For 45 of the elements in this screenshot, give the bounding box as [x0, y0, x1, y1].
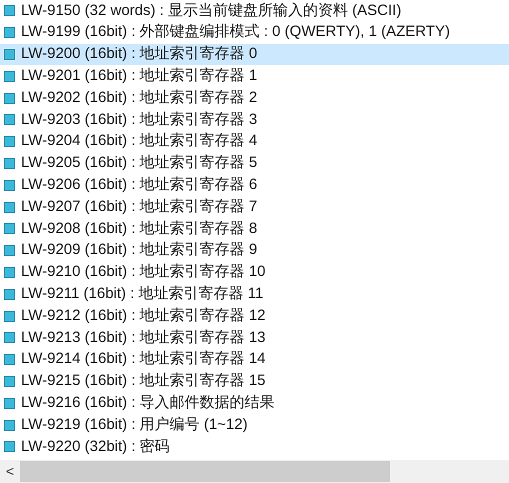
- square-icon: [4, 114, 15, 126]
- square-icon: [4, 158, 15, 169]
- list-item[interactable]: LW-9202 (16bit) : 地址索引寄存器 2: [0, 87, 509, 109]
- list-item[interactable]: LW-9209 (16bit) : 地址索引寄存器 9: [0, 240, 509, 262]
- square-icon: [4, 48, 15, 60]
- list-item[interactable]: LW-9212 (16bit) : 地址索引寄存器 12: [0, 305, 509, 327]
- list-item[interactable]: LW-9216 (16bit) : 导入邮件数据的结果: [0, 392, 509, 414]
- list-item[interactable]: LW-9215 (16bit) : 地址索引寄存器 15: [0, 370, 509, 392]
- square-icon: [4, 354, 15, 366]
- list-item[interactable]: LW-9207 (16bit) : 地址索引寄存器 7: [0, 196, 509, 218]
- list-item[interactable]: LW-9203 (16bit) : 地址索引寄存器 3: [0, 108, 509, 131]
- square-icon: [4, 245, 15, 256]
- list-item[interactable]: LW-9199 (16bit) : 外部键盘编排模式 : 0 (QWERTY), 1 (AZERTY): [0, 22, 509, 44]
- list-item[interactable]: LW-9206 (16bit) : 地址索引寄存器 6: [0, 174, 509, 196]
- list-item[interactable]: LW-9211 (16bit) : 地址索引寄存器 11: [0, 283, 509, 306]
- square-icon: [4, 420, 15, 431]
- horizontal-scrollbar[interactable]: <: [0, 460, 509, 483]
- list-item[interactable]: LW-9210 (16bit) : 地址索引寄存器 10: [0, 262, 509, 284]
- square-icon: [4, 288, 15, 300]
- square-icon: [4, 266, 15, 278]
- square-icon: [4, 180, 15, 191]
- square-icon: [4, 376, 15, 387]
- list-item[interactable]: LW-9219 (16bit) : 用户编号 (1~12): [0, 414, 509, 436]
- square-icon: [4, 332, 15, 344]
- square-icon: [4, 136, 15, 148]
- square-icon: [4, 70, 15, 82]
- list-item[interactable]: LW-9201 (16bit) : 地址索引寄存器 1: [0, 65, 509, 88]
- square-icon: [4, 202, 15, 213]
- square-icon: [4, 310, 15, 322]
- list-item[interactable]: LW-9220 (32bit) : 密码: [0, 436, 509, 458]
- list-item[interactable]: LW-9200 (16bit) : 地址索引寄存器 0: [0, 44, 509, 66]
- list-item[interactable]: LW-9204 (16bit) : 地址索引寄存器 4: [0, 130, 509, 153]
- list-item[interactable]: LW-9150 (32 words) : 显示当前键盘所输入的资料 (ASCII): [0, 0, 509, 22]
- square-icon: [4, 223, 15, 234]
- square-icon: [4, 441, 15, 452]
- list-item[interactable]: LW-9213 (16bit) : 地址索引寄存器 13: [0, 326, 509, 349]
- list-item[interactable]: LW-9208 (16bit) : 地址索引寄存器 8: [0, 218, 509, 240]
- scrollbar-thumb[interactable]: [20, 461, 390, 482]
- square-icon: [4, 398, 15, 409]
- square-icon: [4, 27, 15, 38]
- square-icon: [4, 92, 15, 104]
- square-icon: [4, 5, 15, 16]
- list-item[interactable]: LW-9214 (16bit) : 地址索引寄存器 14: [0, 348, 509, 371]
- list-item[interactable]: LW-9205 (16bit) : 地址索引寄存器 5: [0, 152, 509, 174]
- scroll-left-button[interactable]: <: [0, 460, 20, 483]
